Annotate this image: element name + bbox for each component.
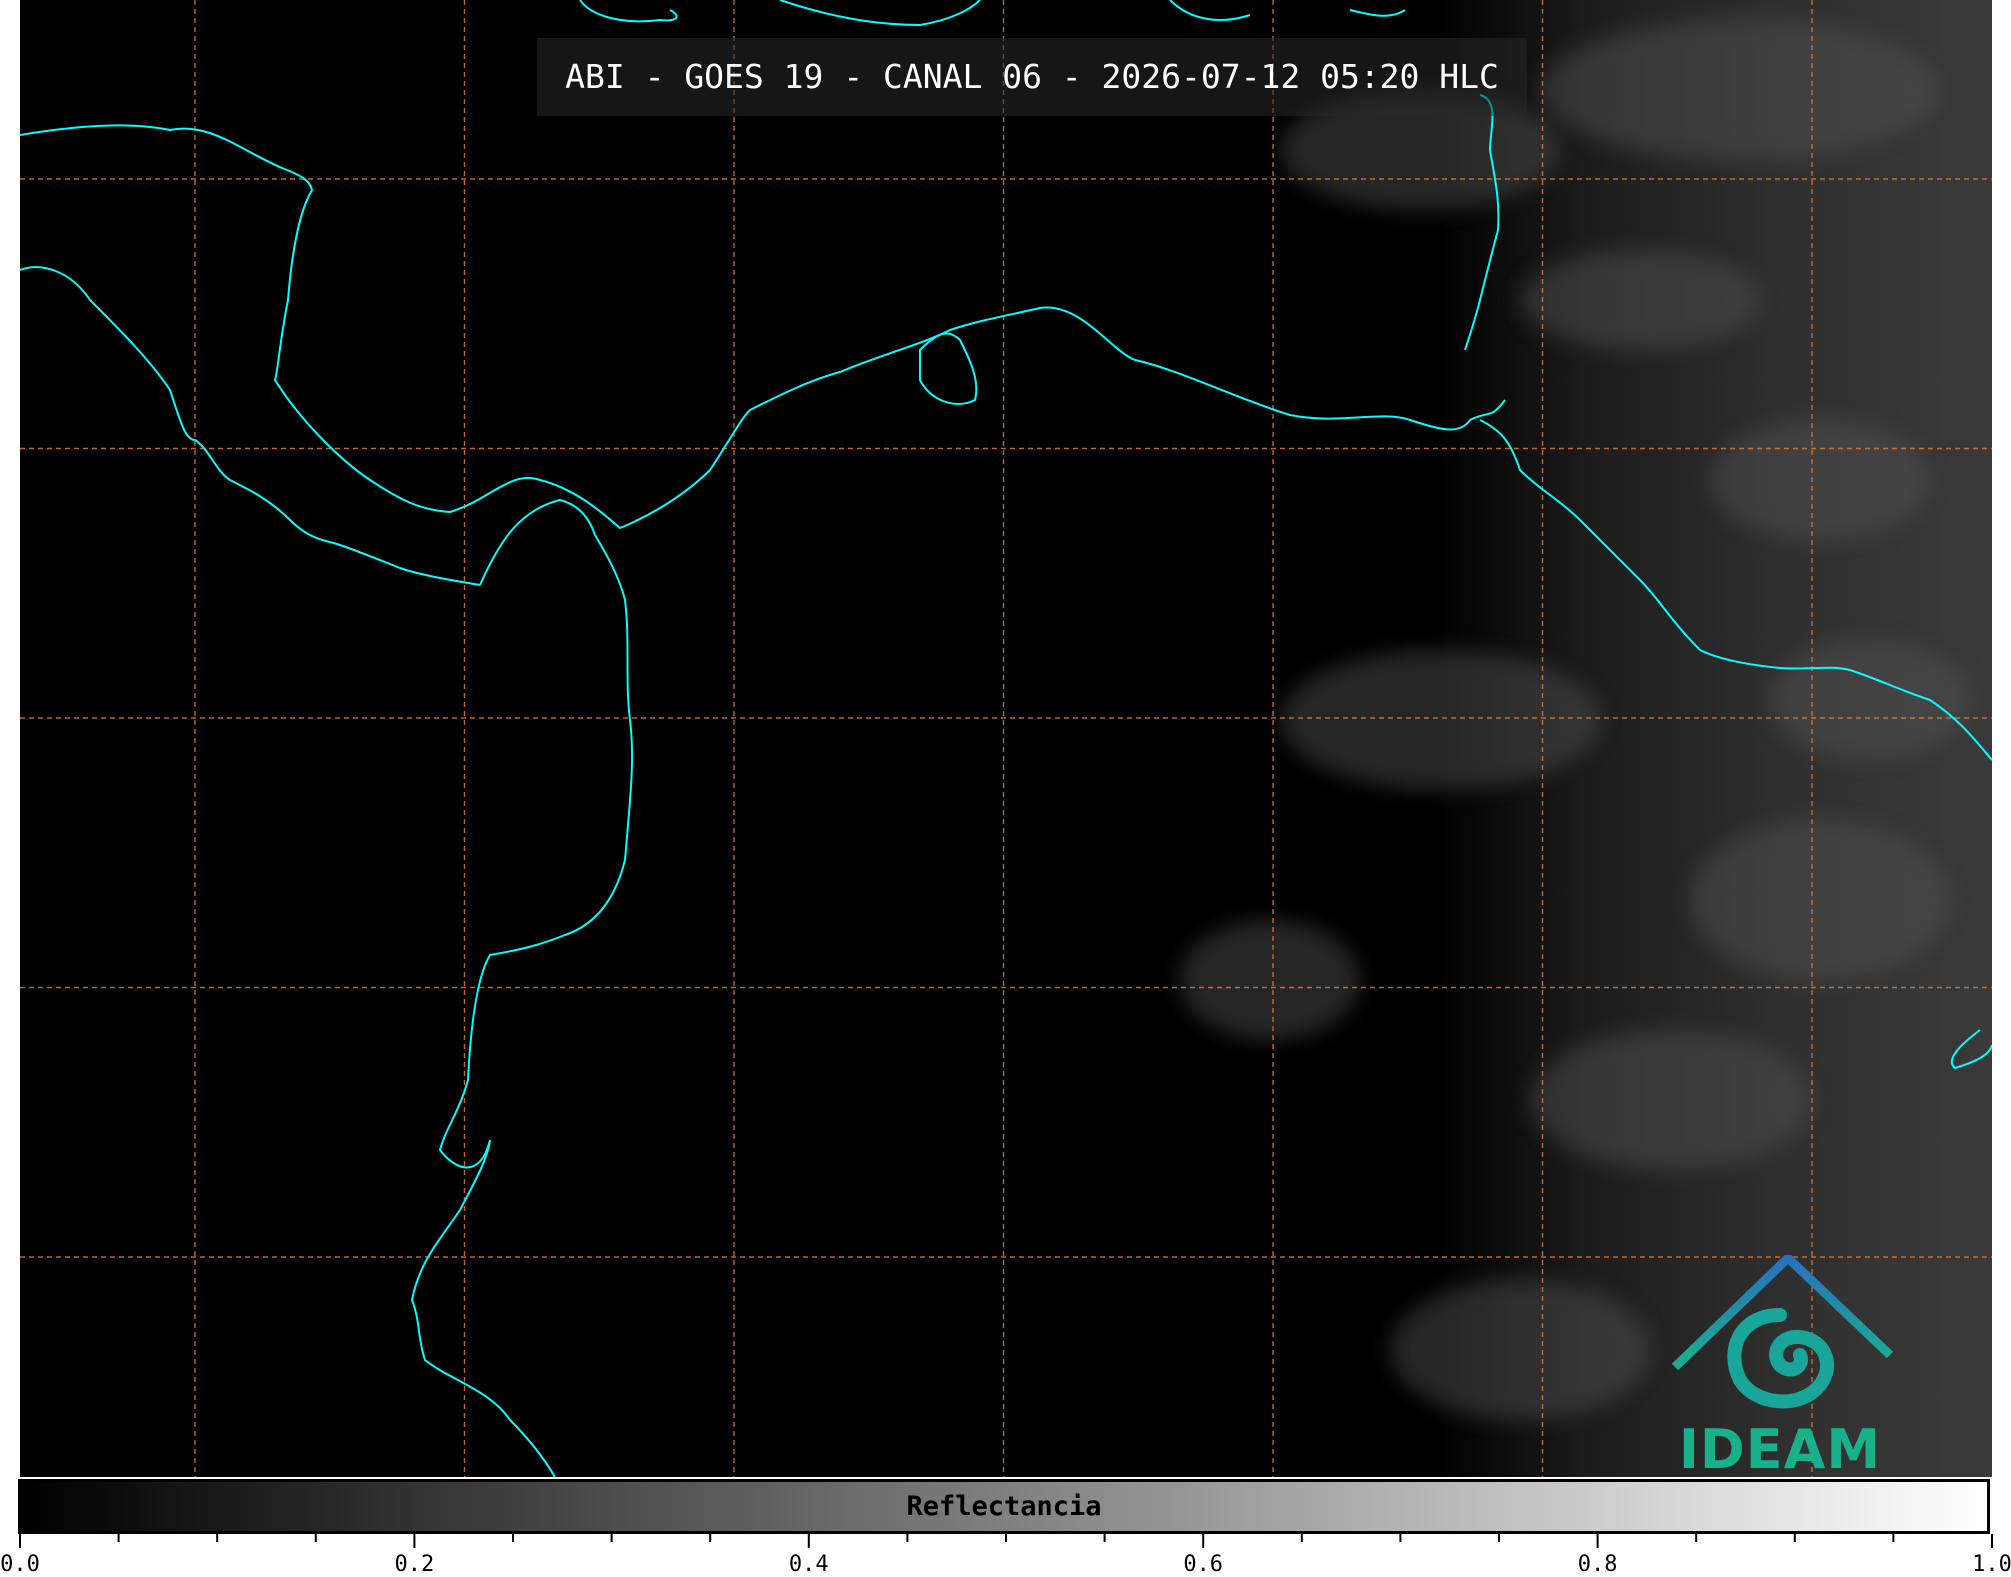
tick-label: 0.4 xyxy=(788,1552,829,1577)
tick-label: 0.0 xyxy=(0,1552,40,1577)
tick-label: 1.0 xyxy=(1972,1552,2011,1577)
image-title: ABI - GOES 19 - CANAL 06 - 2026-07-12 05… xyxy=(565,57,1499,96)
tick-label: 0.2 xyxy=(394,1552,435,1577)
colorbar-ticks xyxy=(19,1534,1993,1548)
tick-label: 0.6 xyxy=(1183,1552,1224,1577)
satellite-image-viewer: ABI - GOES 19 - CANAL 06 - 2026-07-12 05… xyxy=(0,0,2011,1577)
tick-label: 0.8 xyxy=(1577,1552,1618,1577)
logo-wordmark: IDEAM xyxy=(1678,1418,1882,1481)
colorbar-label: Reflectancia xyxy=(906,1491,1102,1522)
